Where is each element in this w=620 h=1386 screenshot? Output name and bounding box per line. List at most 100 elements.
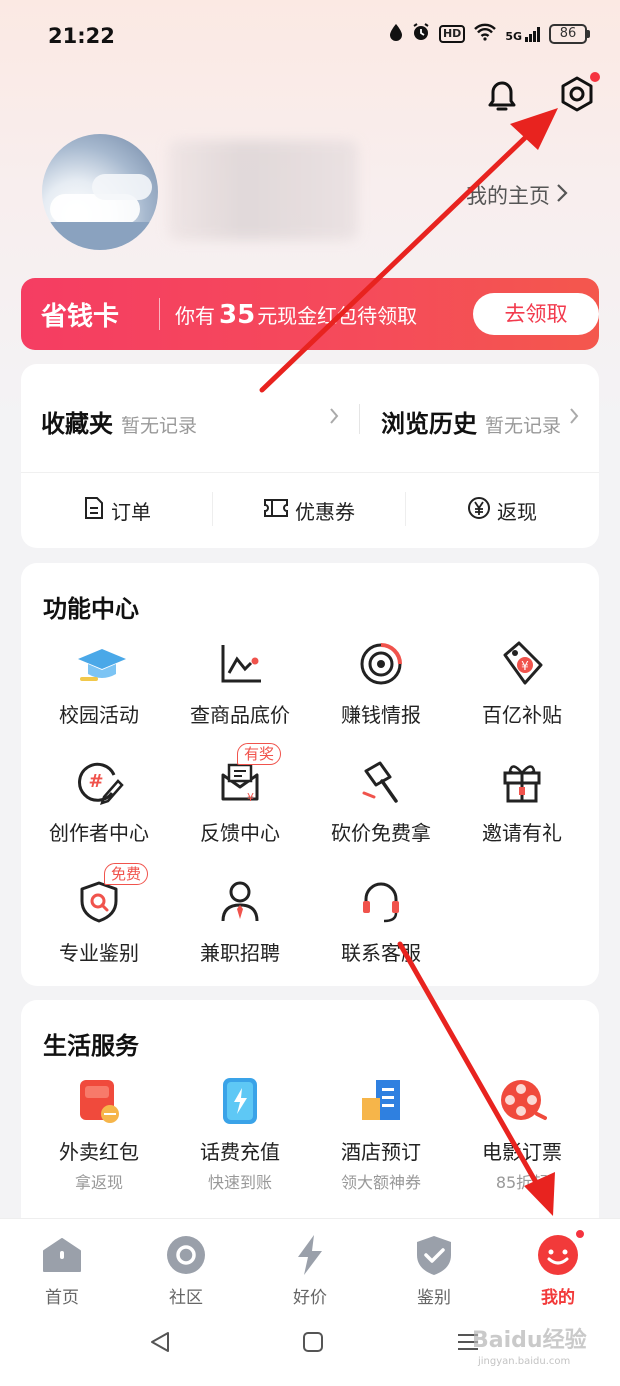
- home-icon: [40, 1233, 84, 1277]
- function-label: 赚钱情报: [341, 703, 421, 727]
- quick-link-label: 优惠券: [295, 500, 355, 524]
- function-item-feedback[interactable]: ¥ 有奖 反馈中心: [170, 743, 310, 846]
- reward-badge: 有奖: [237, 743, 282, 765]
- nav-deals[interactable]: 好价: [265, 1233, 355, 1308]
- divider: [21, 472, 599, 473]
- lightning-icon: [288, 1233, 332, 1277]
- life-sub: 拿返现: [74, 1173, 123, 1192]
- favorites-sub: 暂无记录: [121, 415, 198, 437]
- function-label: 校园活动: [59, 703, 139, 727]
- community-icon: [164, 1233, 208, 1277]
- function-label: 邀请有礼: [482, 821, 562, 845]
- life-services-card: 生活服务 外卖红包 拿返现 话费充值 快速到账 酒店预订 领大额神券 电影订票 …: [21, 1000, 599, 1240]
- hd-indicator: HD: [438, 25, 466, 43]
- function-item-customer-service[interactable]: 联系客服: [311, 877, 451, 966]
- favorites-history-card: 收藏夹 暂无记录 浏览历史 暂无记录 订单 优惠券 返现: [21, 364, 599, 548]
- graduation-cap-icon: [74, 639, 126, 689]
- function-item-creator[interactable]: # 创作者中心: [29, 757, 169, 846]
- network-type: 5G: [505, 30, 522, 43]
- feedback-icon: ¥ 有奖: [215, 743, 282, 807]
- claim-button[interactable]: 去领取: [473, 293, 599, 335]
- function-item-subsidy[interactable]: ¥ 百亿补贴: [452, 639, 592, 728]
- function-label: 专业鉴别: [59, 941, 139, 965]
- home-square-icon[interactable]: [302, 1330, 324, 1358]
- function-item-authentication[interactable]: 免费 专业鉴别: [29, 863, 169, 966]
- shield-check-icon: [412, 1233, 456, 1277]
- price-tag-icon: ¥: [497, 639, 547, 689]
- function-label: 砍价免费拿: [331, 821, 431, 845]
- svg-text:¥: ¥: [247, 791, 254, 804]
- saving-amount: 35: [219, 300, 256, 330]
- chevron-right-icon: [556, 183, 568, 208]
- function-item-bargain[interactable]: 砍价免费拿: [311, 757, 451, 846]
- function-item-price-check[interactable]: 查商品底价: [170, 639, 310, 728]
- person-tie-icon: [215, 877, 265, 927]
- notification-dot: [590, 72, 600, 82]
- water-drop-icon: [389, 23, 403, 45]
- nav-label: 我的: [541, 1288, 575, 1308]
- life-label: 酒店预订: [341, 1140, 421, 1164]
- my-homepage-link[interactable]: 我的主页: [466, 180, 568, 210]
- life-item-movie[interactable]: 电影订票 85折起: [452, 1076, 592, 1193]
- nav-profile[interactable]: 我的: [513, 1233, 603, 1308]
- shield-search-icon: 免费: [74, 863, 149, 927]
- life-services-title: 生活服务: [43, 1032, 139, 1060]
- divider: [159, 298, 160, 330]
- bell-icon[interactable]: [480, 74, 524, 118]
- function-item-part-time[interactable]: 兼职招聘: [170, 877, 310, 966]
- history-sub: 暂无记录: [485, 415, 562, 437]
- back-icon[interactable]: [148, 1330, 172, 1358]
- function-item-campus[interactable]: 校园活动: [29, 639, 169, 728]
- status-time: 21:22: [48, 24, 115, 48]
- life-item-phone-topup[interactable]: 话费充值 快速到账: [170, 1076, 310, 1193]
- divider: [359, 404, 360, 434]
- quick-link-cashback[interactable]: 返现: [467, 496, 537, 525]
- saving-text-suffix: 元现金红包待领取: [257, 304, 418, 328]
- notification-dot: [574, 1228, 586, 1240]
- watermark: Baidu经验: [472, 1328, 587, 1353]
- life-item-takeout[interactable]: 外卖红包 拿返现: [29, 1076, 169, 1193]
- quick-link-coupons[interactable]: 优惠券: [263, 496, 355, 525]
- function-label: 反馈中心: [200, 821, 280, 845]
- saving-card-banner[interactable]: 省钱卡 你有 35 元现金红包待领取 去领取: [21, 278, 599, 350]
- function-label: 联系客服: [341, 941, 421, 965]
- function-label: 创作者中心: [49, 821, 149, 845]
- my-homepage-label: 我的主页: [466, 184, 550, 208]
- nav-label: 社区: [169, 1288, 203, 1308]
- profile-face-icon: [536, 1233, 580, 1277]
- film-reel-icon: [497, 1076, 547, 1126]
- wifi-icon: [473, 23, 497, 45]
- nav-label: 鉴别: [417, 1288, 451, 1308]
- favorites-title: 收藏夹: [41, 410, 113, 438]
- quick-link-label: 返现: [497, 500, 537, 524]
- function-label: 查商品底价: [190, 703, 290, 727]
- nav-home[interactable]: 首页: [17, 1233, 107, 1308]
- signal-icon: 5G: [505, 26, 541, 42]
- saving-card-title: 省钱卡: [41, 302, 120, 332]
- function-item-invite[interactable]: 邀请有礼: [452, 757, 592, 846]
- coupon-icon: [263, 497, 289, 524]
- life-label: 话费充值: [200, 1140, 280, 1164]
- nav-community[interactable]: 社区: [141, 1233, 231, 1308]
- free-badge: 免费: [104, 863, 149, 885]
- status-bar: 21:22 HD 5G 86: [0, 0, 620, 70]
- username-blurred: [168, 140, 358, 240]
- function-item-earn-info[interactable]: 赚钱情报: [311, 639, 451, 728]
- history-entry[interactable]: 浏览历史 暂无记录: [381, 404, 561, 439]
- quick-link-orders[interactable]: 订单: [83, 496, 151, 525]
- gift-icon: [497, 757, 547, 807]
- quick-link-label: 订单: [111, 500, 151, 524]
- function-label: 百亿补贴: [482, 703, 562, 727]
- function-center-title: 功能中心: [43, 595, 139, 623]
- order-icon: [83, 496, 105, 525]
- bottom-navigation: 首页 社区 好价 鉴别 我的: [0, 1218, 620, 1310]
- history-title: 浏览历史: [381, 410, 477, 438]
- creator-icon: #: [74, 757, 124, 807]
- life-item-hotel[interactable]: 酒店预订 领大额神券: [311, 1076, 451, 1193]
- avatar[interactable]: [42, 134, 158, 250]
- nav-authenticate[interactable]: 鉴别: [389, 1233, 479, 1308]
- favorites-entry[interactable]: 收藏夹 暂无记录: [41, 404, 197, 439]
- life-sub: 快速到账: [207, 1173, 272, 1192]
- takeout-icon: [74, 1076, 124, 1126]
- saving-text-prefix: 你有: [175, 304, 215, 328]
